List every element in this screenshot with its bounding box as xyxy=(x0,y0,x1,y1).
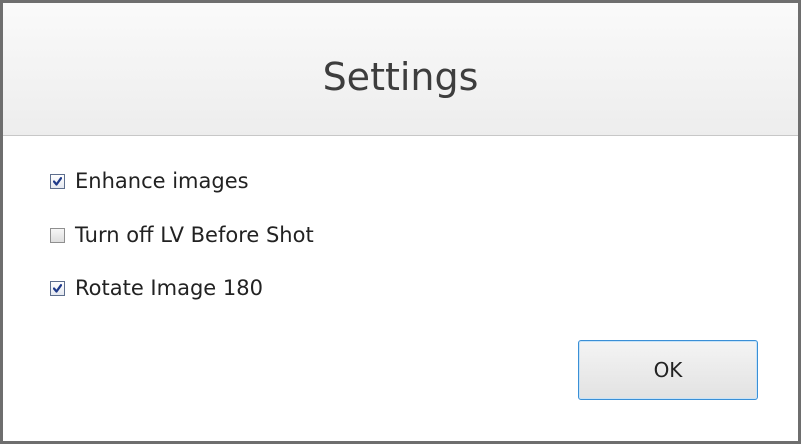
rotate-image-label: Rotate Image 180 xyxy=(75,276,263,300)
checkmark-icon xyxy=(53,283,62,293)
dialog-header: Settings xyxy=(3,3,798,136)
turn-off-lv-checkbox[interactable] xyxy=(50,227,65,243)
turn-off-lv-label: Turn off LV Before Shot xyxy=(75,223,314,247)
option-enhance-images[interactable]: Enhance images xyxy=(50,165,249,197)
option-turn-off-lv[interactable]: Turn off LV Before Shot xyxy=(50,219,314,251)
rotate-image-checkbox[interactable] xyxy=(50,280,65,296)
settings-dialog: Settings Enhance images Turn off LV Befo… xyxy=(0,0,801,444)
dialog-title: Settings xyxy=(322,55,479,99)
enhance-images-label: Enhance images xyxy=(75,169,249,193)
option-rotate-image[interactable]: Rotate Image 180 xyxy=(50,272,263,304)
checkmark-icon xyxy=(53,176,62,186)
enhance-images-checkbox[interactable] xyxy=(50,173,65,189)
ok-button[interactable]: OK xyxy=(578,340,758,400)
